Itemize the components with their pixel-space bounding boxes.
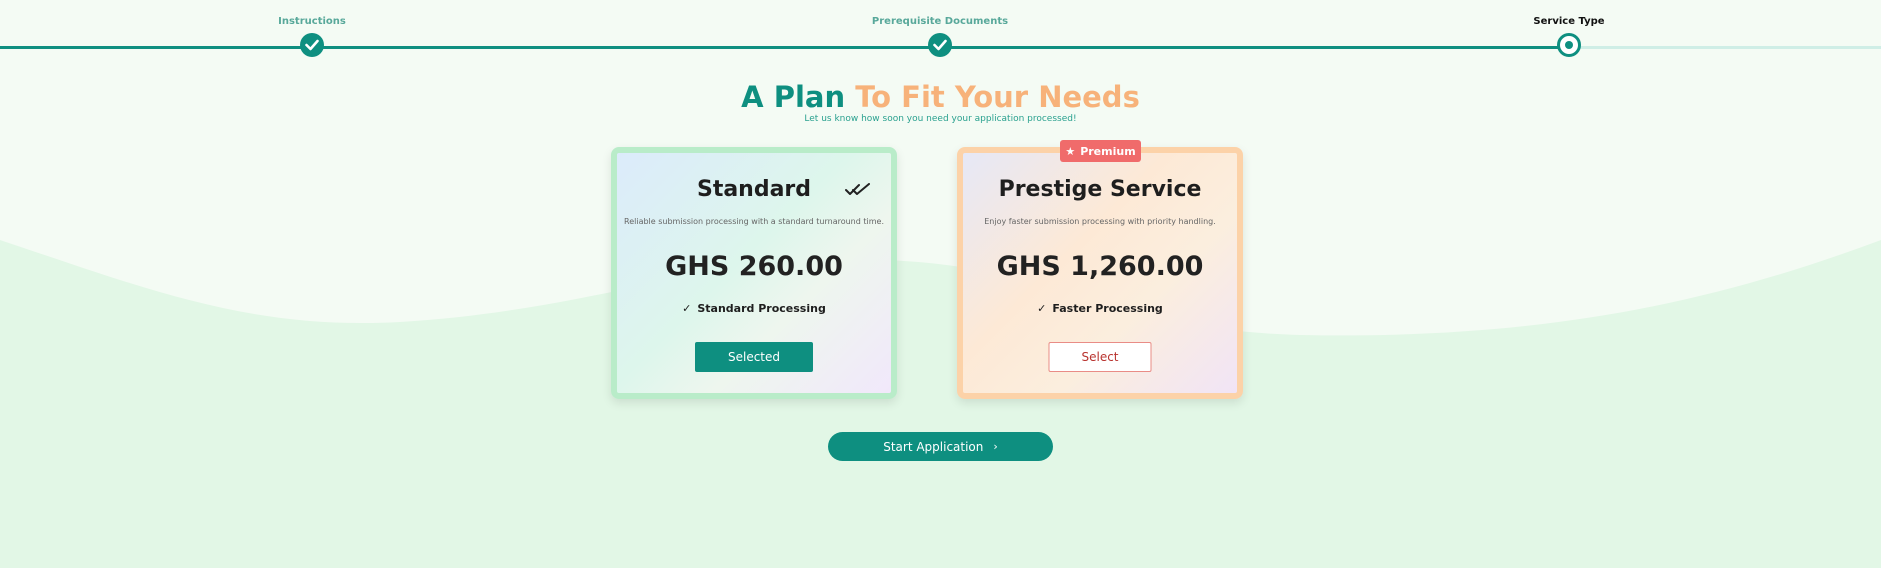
- current-step-icon: [1557, 33, 1581, 57]
- step-label: Service Type: [1533, 16, 1605, 27]
- title-part-primary: A Plan: [741, 80, 846, 114]
- title-part-highlight: To Fit Your Needs: [855, 80, 1140, 114]
- plan-feature-label: Standard Processing: [697, 302, 826, 315]
- page-heading: A Plan To Fit Your Needs Let us know how…: [0, 78, 1881, 124]
- star-icon: ★: [1065, 144, 1076, 158]
- start-application-button[interactable]: Start Application ›: [828, 432, 1053, 461]
- plan-card-prestige[interactable]: Prestige Service Enjoy faster submission…: [957, 147, 1243, 399]
- plan-card-standard[interactable]: Standard Reliable submission processing …: [611, 147, 897, 399]
- page-title: A Plan To Fit Your Needs: [0, 78, 1881, 116]
- step-service-type[interactable]: Service Type: [1459, 0, 1679, 57]
- stepper-track-remaining: [1569, 46, 1881, 49]
- progress-stepper: Instructions Prerequisite Documents Serv…: [0, 0, 1881, 70]
- chevron-right-icon: ›: [993, 440, 998, 453]
- page-subtitle: Let us know how soon you need your appli…: [804, 114, 1077, 124]
- plan-price: GHS 260.00: [665, 251, 843, 282]
- select-button[interactable]: Select: [1048, 342, 1152, 372]
- premium-badge: ★ Premium: [1060, 140, 1141, 162]
- step-instructions[interactable]: Instructions: [202, 0, 422, 57]
- step-label: Instructions: [278, 16, 346, 27]
- plan-feature: ✓ Standard Processing: [617, 302, 891, 315]
- badge-label: Premium: [1080, 144, 1136, 158]
- stepper-track-completed: [0, 46, 1569, 49]
- plan-feature: ✓ Faster Processing: [963, 302, 1237, 315]
- start-application-label: Start Application: [883, 439, 984, 454]
- plan-price: GHS 1,260.00: [996, 251, 1204, 282]
- step-prerequisite-documents[interactable]: Prerequisite Documents: [830, 0, 1050, 57]
- check-icon: ✓: [1037, 302, 1047, 315]
- plan-description: Reliable submission processing with a st…: [624, 217, 884, 226]
- step-label: Prerequisite Documents: [871, 16, 1009, 27]
- plan-feature-label: Faster Processing: [1052, 302, 1163, 315]
- check-icon: ✓: [682, 302, 692, 315]
- double-check-icon: [845, 183, 870, 195]
- plan-description: Enjoy faster submission processing with …: [984, 217, 1216, 226]
- check-icon: [928, 33, 952, 57]
- selected-button[interactable]: Selected: [695, 342, 813, 372]
- check-icon: [300, 33, 324, 57]
- plan-name: Prestige Service: [998, 177, 1202, 202]
